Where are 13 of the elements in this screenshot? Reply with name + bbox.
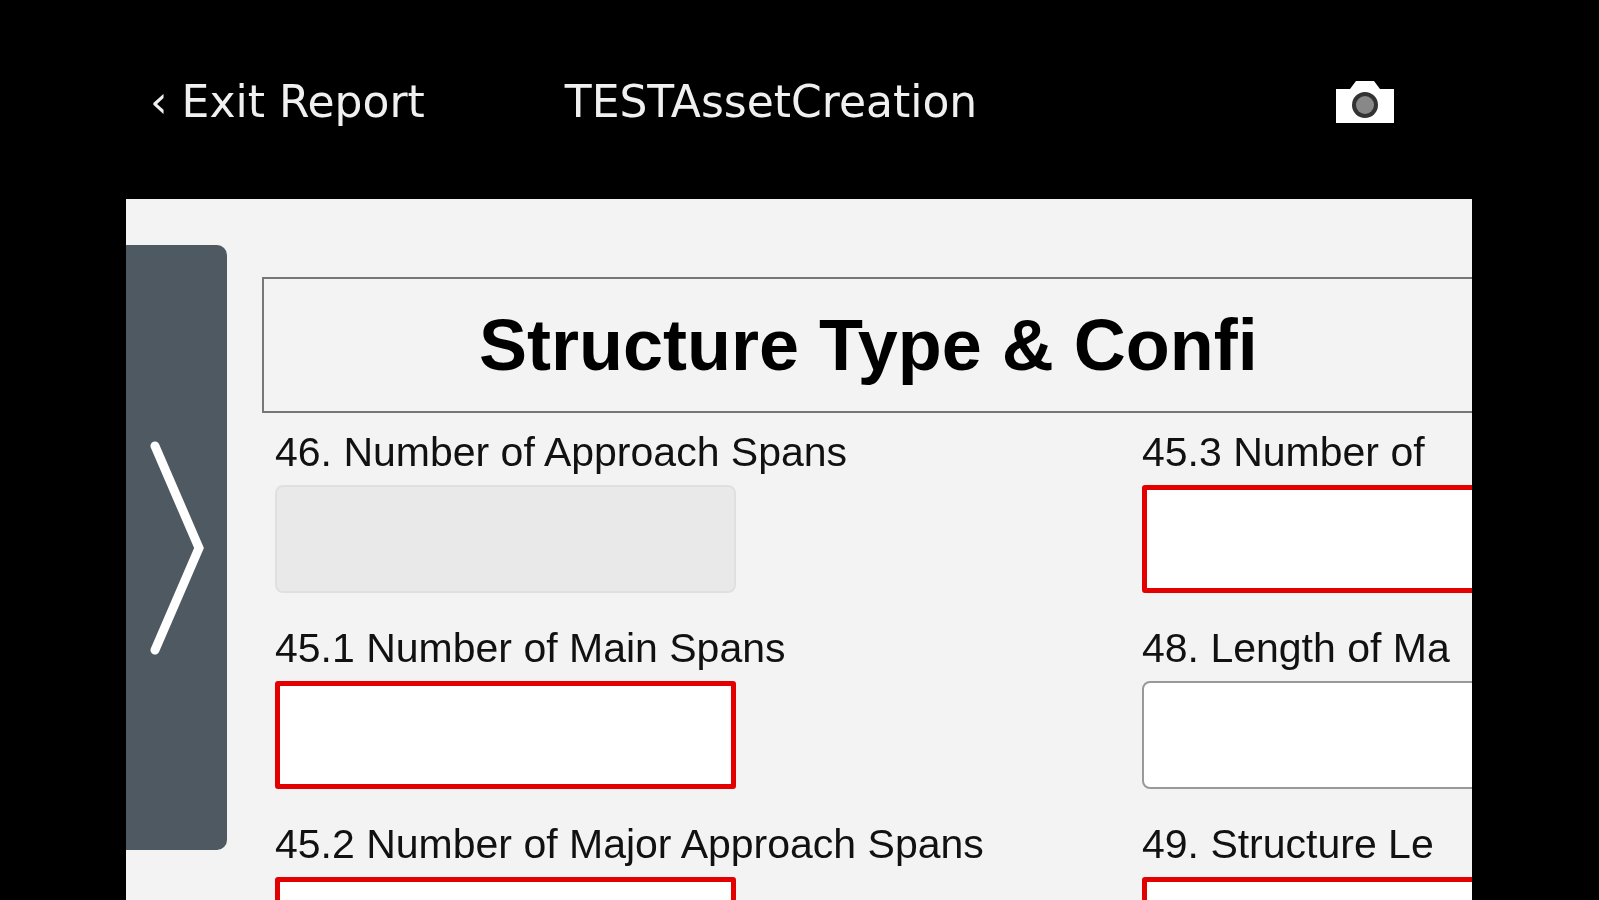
field-label: 46. Number of Approach Spans bbox=[275, 428, 849, 477]
input-field[interactable] bbox=[1142, 681, 1472, 789]
sidebar-toggle[interactable] bbox=[126, 245, 227, 850]
field-label: 49. Structure Le bbox=[1142, 820, 1435, 869]
input-field[interactable] bbox=[275, 681, 736, 789]
section-heading: Structure Type & Confi bbox=[479, 304, 1258, 386]
field-label: 45.1 Number of Main Spans bbox=[275, 624, 787, 673]
field-label: 45.3 Number of bbox=[1142, 428, 1426, 477]
field-label: 48. Length of Ma bbox=[1142, 624, 1451, 673]
field-label: 45.2 Number of Major Approach Spans bbox=[275, 820, 985, 869]
input-field[interactable] bbox=[1142, 485, 1472, 593]
exit-report-link[interactable]: ‹ Exit Report bbox=[150, 76, 425, 127]
report-title: TESTAssetCreation bbox=[564, 76, 978, 127]
